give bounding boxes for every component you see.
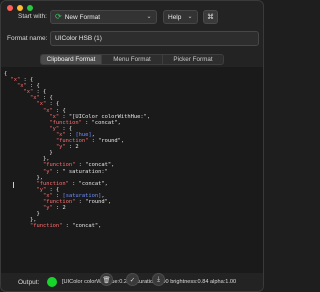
- format-name-field[interactable]: UIColor HSB (1): [50, 31, 259, 46]
- download-icon: ⤓: [157, 275, 160, 283]
- code-editor[interactable]: { "x" : { "x" : { "x" : { "x" : { "x" : …: [1, 67, 263, 273]
- export-button[interactable]: ⤓: [152, 273, 165, 286]
- format-editor-window: Start with: ⟳ New Format ⌄ Help ⌄ ⌘ Form…: [0, 0, 264, 292]
- text-cursor: [13, 182, 14, 188]
- start-with-value: New Format: [64, 13, 101, 21]
- trash-icon: 🗑: [102, 276, 111, 284]
- command-icon: ⌘: [207, 14, 214, 21]
- format-tabs: Clipboard Format Menu Format Picker Form…: [40, 54, 224, 65]
- chevron-down-icon: ⌄: [146, 14, 152, 20]
- code-text[interactable]: { "x" : { "x" : { "x" : { "x" : { "x" : …: [1, 67, 263, 229]
- delete-button[interactable]: 🗑: [100, 273, 113, 286]
- help-value: Help: [168, 13, 182, 21]
- refresh-icon: ⟳: [55, 12, 62, 21]
- chevron-down-icon: ⌄: [187, 14, 193, 20]
- confirm-button[interactable]: ✓: [126, 273, 139, 286]
- start-with-label: Start with:: [18, 13, 47, 20]
- format-name-value: UIColor HSB (1): [55, 35, 102, 42]
- start-with-row: Start with: ⟳ New Format ⌄ Help ⌄ ⌘: [1, 10, 263, 24]
- command-button[interactable]: ⌘: [203, 10, 218, 24]
- start-with-dropdown[interactable]: ⟳ New Format ⌄: [50, 10, 157, 24]
- checkmark-icon: ✓: [129, 276, 136, 284]
- output-text: [UIColor colorWithHue:0.24 saturation:1.…: [62, 279, 237, 285]
- help-dropdown[interactable]: Help ⌄: [163, 10, 198, 24]
- tab-picker-format[interactable]: Picker Format: [162, 55, 223, 64]
- color-swatch: [47, 277, 57, 287]
- tab-clipboard-format[interactable]: Clipboard Format: [41, 55, 101, 64]
- output-label: Output:: [18, 279, 40, 286]
- format-name-label: Format name:: [7, 35, 48, 42]
- tab-menu-format[interactable]: Menu Format: [101, 55, 162, 64]
